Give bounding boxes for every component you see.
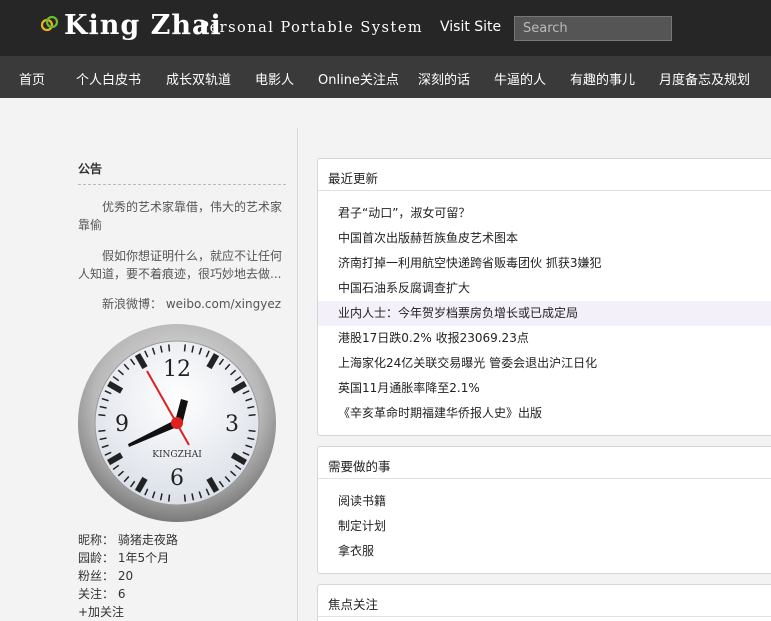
profile-follow[interactable]: 关注： 6 — [78, 585, 125, 602]
rings-icon — [40, 15, 59, 32]
nav-item-film[interactable]: 电影人 — [255, 69, 294, 88]
list-item[interactable]: 中国首次出版赫哲族鱼皮艺术图本 — [318, 226, 771, 251]
clock-numeral-9: 9 — [115, 412, 129, 437]
top-header: King Zhai Personal Portable System Visit… — [0, 0, 771, 56]
clock-brand: KINGZHAI — [152, 450, 202, 460]
list-item[interactable]: 港股17日跌0.2% 收报23069.23点 — [318, 326, 771, 351]
clock-numeral-12: 12 — [163, 357, 191, 382]
nav-item-monthly[interactable]: 月度备忘及规划 — [659, 69, 750, 88]
nav-item-growth[interactable]: 成长双轨道 — [166, 69, 231, 88]
notice-weibo: 新浪微博： weibo.com/xingyez — [102, 297, 282, 311]
clock-center — [171, 417, 183, 429]
focus-panel: 焦点关注 — [317, 584, 771, 621]
nav-item-whitepaper[interactable]: 个人白皮书 — [76, 69, 141, 88]
panel-title: 最近更新 — [318, 159, 771, 191]
nav-item-people[interactable]: 牛逼的人 — [494, 69, 546, 88]
clock-tick — [183, 344, 187, 352]
notice-divider — [78, 184, 286, 185]
list-item[interactable]: 上海家化24亿关联交易曝光 管委会退出沪江日化 — [318, 351, 771, 376]
clock-numeral-3: 3 — [225, 412, 239, 437]
nav-item-online[interactable]: Online关注点 — [318, 69, 399, 88]
profile-age: 园龄： 1年5个月 — [78, 551, 170, 565]
notice-quote-2: 假如你想证明什么，就应不让任何人知道，要不着痕迹，很巧妙地去做... — [78, 249, 283, 281]
clock-tick — [167, 344, 171, 352]
profile-fans[interactable]: 粉丝： 20 — [78, 567, 133, 584]
add-follow-button[interactable]: +加关注 — [78, 603, 124, 620]
todo-panel: 需要做的事 阅读书籍 制定计划 拿衣服 — [317, 446, 771, 574]
list-item[interactable]: 英国11月通胀率降至2.1% — [318, 376, 771, 401]
clock-tick — [248, 413, 256, 417]
panel-title: 需要做的事 — [318, 447, 771, 479]
list-item[interactable]: 拿衣服 — [318, 539, 771, 564]
clock-tick — [167, 494, 171, 502]
clock-tick — [98, 413, 106, 417]
analog-clock: 12 3 6 9 KINGZHAI — [78, 324, 276, 522]
notice-title: 公告 — [78, 162, 103, 176]
profile-nickname[interactable]: 昵称： 骑猪走夜路 — [78, 531, 178, 548]
main-nav: 首页 个人白皮书 成长双轨道 电影人 Online关注点 深刻的话 牛逼的人 有… — [0, 56, 771, 98]
nav-item-fun[interactable]: 有趣的事儿 — [570, 69, 635, 88]
clock-tick — [98, 429, 106, 433]
list-item[interactable]: 中国石油系反腐调查扩大 — [318, 276, 771, 301]
panel-title: 焦点关注 — [318, 585, 771, 617]
column-divider — [297, 128, 298, 621]
list-item[interactable]: 阅读书籍 — [318, 489, 771, 514]
list-item[interactable]: 制定计划 — [318, 514, 771, 539]
recent-updates-panel: 最近更新 君子“动口”，淑女可留？ 中国首次出版赫哲族鱼皮艺术图本 济南打掉一利… — [317, 158, 771, 436]
nav-item-home[interactable]: 首页 — [19, 69, 45, 88]
list-item[interactable]: 济南打掉一利用航空快递跨省贩毒团伙 抓获3嫌犯 — [318, 251, 771, 276]
list-item[interactable]: 君子“动口”，淑女可留？ — [318, 201, 771, 226]
nav-item-quotes[interactable]: 深刻的话 — [418, 69, 470, 88]
list-item[interactable]: 《辛亥革命时期福建华侨报人史》出版 — [318, 401, 771, 426]
clock-tick — [248, 429, 256, 433]
list-item-hovered[interactable]: 业内人士：今年贺岁档票房负增长或已成定局 — [318, 301, 771, 326]
clock-numeral-6: 6 — [170, 466, 184, 491]
notice-quote-1: 优秀的艺术家靠借，伟大的艺术家靠偷 — [78, 200, 283, 232]
visit-site-link[interactable]: Visit Site — [440, 19, 501, 35]
site-subtitle: Personal Portable System — [199, 20, 424, 36]
search-input[interactable] — [514, 16, 672, 41]
clock-tick — [183, 494, 187, 502]
